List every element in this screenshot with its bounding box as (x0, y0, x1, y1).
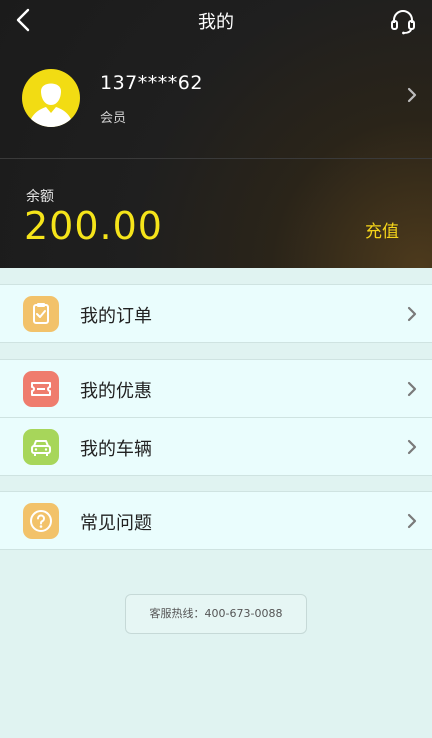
clipboard-check-icon (23, 296, 59, 332)
menu-item-label: 常见问题 (80, 513, 152, 534)
ticket-icon (23, 371, 59, 407)
avatar (22, 69, 80, 127)
chevron-right-icon (407, 439, 417, 455)
chevron-right-icon (407, 306, 417, 322)
menu-item-label: 我的订单 (80, 306, 152, 327)
car-icon (23, 429, 59, 465)
customer-service-button[interactable] (388, 6, 418, 36)
profile-row[interactable]: 137****62 会员 (0, 54, 432, 150)
question-icon (23, 503, 59, 539)
menu-item-label: 我的车辆 (80, 439, 152, 460)
chevron-right-icon (407, 381, 417, 397)
menu-group-coupons-vehicles: 我的优惠 我的车辆 (0, 359, 432, 476)
user-avatar-icon (29, 83, 73, 127)
membership-label: 会员 (100, 111, 127, 126)
chevron-right-icon (407, 87, 417, 103)
menu-group-faq: 常见问题 (0, 491, 432, 550)
menu-item-label: 我的优惠 (80, 381, 152, 402)
menu-item-faq[interactable]: 常见问题 (0, 492, 432, 549)
menu-group-orders: 我的订单 (0, 284, 432, 343)
phone-number: 137****62 (100, 72, 203, 94)
menu-item-orders[interactable]: 我的订单 (0, 285, 432, 342)
headset-icon (391, 10, 415, 35)
chevron-right-icon (407, 513, 417, 529)
menu-item-vehicles[interactable]: 我的车辆 (0, 417, 432, 475)
top-bar: 我的 (0, 0, 432, 38)
balance-amount: 200.00 (24, 204, 163, 248)
account-header: 我的 137****62 会员 余额 200.00 充值 (0, 0, 432, 268)
recharge-button[interactable]: 充值 (365, 217, 399, 242)
menu-item-coupons[interactable]: 我的优惠 (0, 360, 432, 417)
divider (0, 158, 432, 159)
page-title: 我的 (198, 12, 234, 33)
customer-service-hotline[interactable]: 客服热线：400-673-0088 (125, 594, 307, 634)
balance-label: 余额 (26, 189, 54, 205)
